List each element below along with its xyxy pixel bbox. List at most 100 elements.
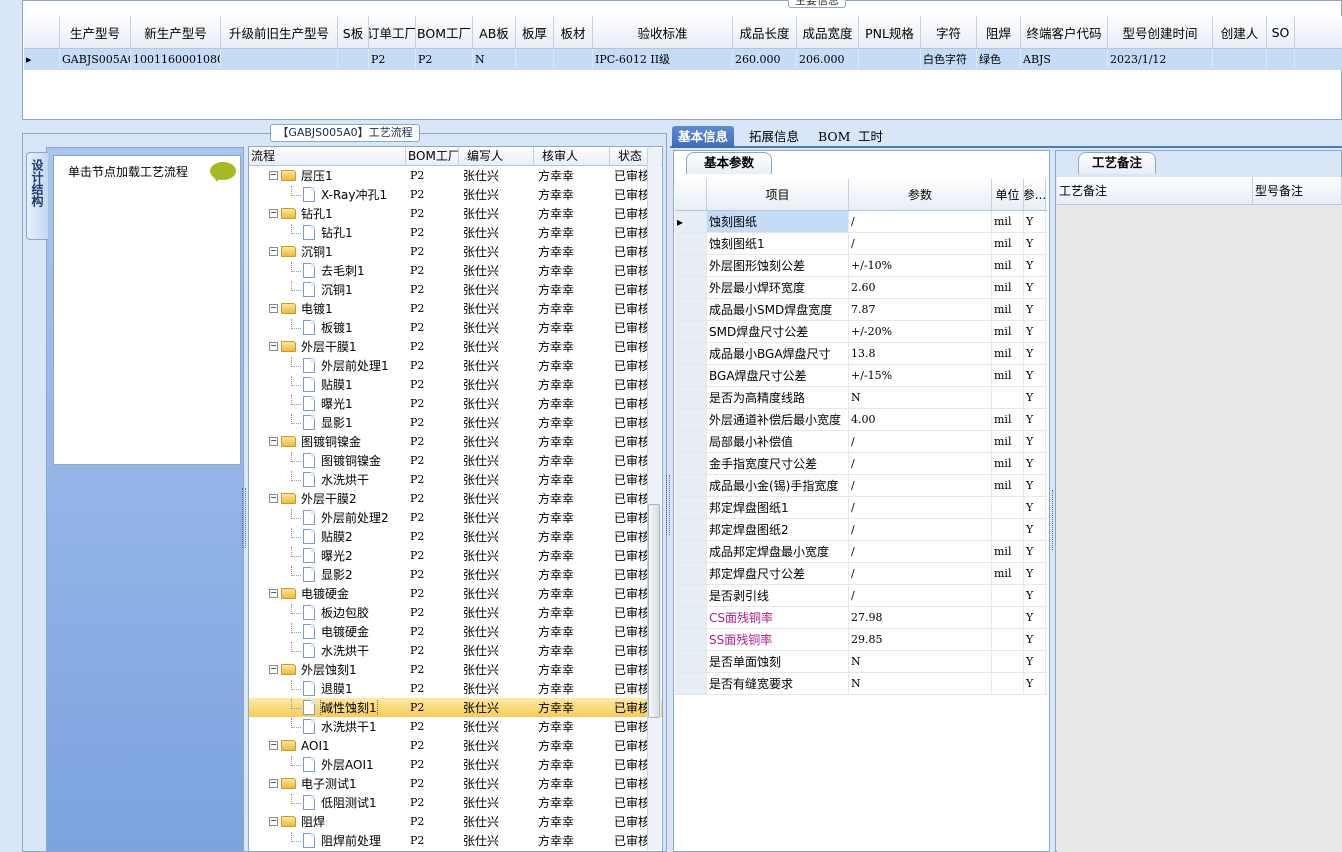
col-header-model-remark[interactable]: 型号备注 <box>1253 177 1342 204</box>
param-flag-cell[interactable]: Y <box>1024 585 1046 606</box>
table-cell[interactable]: 2023/1/12 <box>1108 49 1213 69</box>
param-value-cell[interactable]: / <box>849 497 992 518</box>
param-row[interactable]: 蚀刻图纸1/mil Y <box>675 233 1047 255</box>
param-row[interactable]: CS面残铜率 27.98 Y <box>675 607 1047 629</box>
row-indicator-icon[interactable] <box>675 475 707 496</box>
row-indicator-icon[interactable] <box>675 673 707 694</box>
col-header[interactable]: 板厚 <box>516 16 554 48</box>
param-unit-cell[interactable] <box>992 519 1024 540</box>
param-name-cell[interactable]: 金手指宽度尺寸公差 <box>707 453 849 474</box>
tree-row[interactable]: − 外层蚀刻1 P2 张仕兴 方幸幸 已审核 <box>249 660 662 679</box>
tree-row[interactable]: 阻焊前处理 P2 张仕兴 方幸幸 已审核 <box>249 831 662 850</box>
table-cell[interactable]: GABJS005A0 <box>60 49 131 69</box>
col-header[interactable]: 终端客户代码 <box>1021 16 1108 48</box>
row-indicator-icon[interactable] <box>675 585 707 606</box>
row-indicator-icon[interactable]: ▸ <box>675 211 707 232</box>
param-unit-cell[interactable]: mil <box>992 255 1024 276</box>
col-header-status[interactable]: 状态 <box>610 147 650 165</box>
tree-row[interactable]: − 外层干膜1 P2 张仕兴 方幸幸 已审核 <box>249 337 662 356</box>
table-cell[interactable]: IPC-6012 II级 <box>593 49 733 69</box>
col-header-unit[interactable]: 单位 <box>992 179 1024 210</box>
param-flag-cell[interactable]: Y <box>1024 629 1046 650</box>
param-flag-cell[interactable]: Y <box>1024 431 1046 452</box>
param-name-cell[interactable]: CS面残铜率 <box>707 607 849 628</box>
table-cell[interactable] <box>1267 49 1295 69</box>
tree-node[interactable]: 碱性蚀刻1 <box>249 699 406 716</box>
col-header[interactable]: SO <box>1267 16 1295 48</box>
param-unit-cell[interactable]: mil <box>992 365 1024 386</box>
param-row[interactable]: 外层最小焊环宽度 2.60 mil Y <box>675 277 1047 299</box>
param-name-cell[interactable]: 局部最小补偿值 <box>707 431 849 452</box>
tree-node[interactable]: 贴膜1 <box>249 376 406 393</box>
param-name-cell[interactable]: 成品邦定焊盘最小宽度 <box>707 541 849 562</box>
param-row[interactable]: 外层图形蚀刻公差 +/-10% mil Y <box>675 255 1047 277</box>
collapse-icon[interactable]: − <box>269 209 278 218</box>
tree-row[interactable]: 水洗烘干 P2 张仕兴 方幸幸 已审核 <box>249 470 662 489</box>
tree-node[interactable]: 水洗烘干 <box>249 642 406 659</box>
param-name-cell[interactable]: 成品最小BGA焊盘尺寸 <box>707 343 849 364</box>
param-row[interactable]: 是否有缝宽要求 N Y <box>675 673 1047 695</box>
tree-node[interactable]: 钻孔1 <box>249 224 406 241</box>
tree-node[interactable]: 低阻测试1 <box>249 794 406 811</box>
param-flag-cell[interactable]: Y <box>1024 541 1046 562</box>
collapse-icon[interactable]: − <box>269 171 278 180</box>
param-name-cell[interactable]: SS面残铜率 <box>707 629 849 650</box>
param-row[interactable]: 邦定焊盘图纸1/ Y <box>675 497 1047 519</box>
param-row[interactable]: 是否剥引线 / Y <box>675 585 1047 607</box>
tab-basic-info[interactable]: 基本信息 <box>672 126 735 148</box>
param-name-cell[interactable]: 成品最小SMD焊盘宽度 <box>707 299 849 320</box>
tree-node[interactable]: 显影2 <box>249 566 406 583</box>
tree-node[interactable]: − AOI1 <box>249 739 406 753</box>
param-name-cell[interactable]: 外层通道补偿后最小宽度 <box>707 409 849 430</box>
param-unit-cell[interactable] <box>992 387 1024 408</box>
tree-row[interactable]: 去毛刺1 P2 张仕兴 方幸幸 已审核 <box>249 261 662 280</box>
table-cell[interactable]: P2 <box>416 49 473 69</box>
table-cell[interactable]: 绿色 <box>977 49 1021 69</box>
collapse-icon[interactable]: − <box>269 589 278 598</box>
tree-node[interactable]: 显影1 <box>249 414 406 431</box>
param-unit-cell[interactable]: mil <box>992 321 1024 342</box>
param-unit-cell[interactable] <box>992 585 1024 606</box>
tree-node[interactable]: − 电镀硬金 <box>249 585 406 602</box>
tree-node[interactable]: 外层前处理2 <box>249 509 406 526</box>
param-unit-cell[interactable]: mil <box>992 409 1024 430</box>
param-value-cell[interactable]: / <box>849 541 992 562</box>
col-header-flag[interactable]: 参... <box>1024 179 1046 210</box>
param-flag-cell[interactable]: Y <box>1024 563 1046 584</box>
process-flow-tree[interactable]: 流程 BOM工厂 编写人 核审人 状态 − 层压1 P2 张仕兴 方幸幸 已审核 X-Ray… <box>248 146 663 852</box>
collapse-icon[interactable]: − <box>269 304 278 313</box>
param-unit-cell[interactable]: mil <box>992 343 1024 364</box>
param-flag-cell[interactable]: Y <box>1024 365 1046 386</box>
row-indicator-icon[interactable] <box>675 343 707 364</box>
param-flag-cell[interactable]: Y <box>1024 497 1046 518</box>
param-name-cell[interactable]: 蚀刻图纸 <box>707 211 849 232</box>
param-flag-cell[interactable]: Y <box>1024 233 1046 254</box>
param-row[interactable]: 邦定焊盘尺寸公差 / mil Y <box>675 563 1047 585</box>
param-row[interactable]: 成品邦定焊盘最小宽度 / mil Y <box>675 541 1047 563</box>
table-cell[interactable]: 260.000 <box>733 49 797 69</box>
collapse-icon[interactable]: − <box>269 437 278 446</box>
param-unit-cell[interactable]: mil <box>992 299 1024 320</box>
row-indicator-icon[interactable] <box>675 431 707 452</box>
tree-row[interactable]: 退膜1 P2 张仕兴 方幸幸 已审核 <box>249 679 662 698</box>
tree-row[interactable]: 外层前处理2 P2 张仕兴 方幸幸 已审核 <box>249 508 662 527</box>
tree-row[interactable]: 水洗烘干 P2 张仕兴 方幸幸 已审核 <box>249 641 662 660</box>
param-flag-cell[interactable]: Y <box>1024 343 1046 364</box>
param-name-cell[interactable]: 是否有缝宽要求 <box>707 673 849 694</box>
tree-node[interactable]: 水洗烘干 <box>249 471 406 488</box>
tree-node[interactable]: − 外层干膜2 <box>249 490 406 507</box>
splitter-handle[interactable] <box>242 488 246 548</box>
param-flag-cell[interactable]: Y <box>1024 409 1046 430</box>
col-header[interactable]: PNL规格 <box>859 16 921 48</box>
table-cell[interactable]: ABJS <box>1021 49 1108 69</box>
param-unit-cell[interactable] <box>992 607 1024 628</box>
table-cell[interactable]: N <box>473 49 516 69</box>
col-header[interactable]: 新生产型号 <box>131 16 221 48</box>
row-indicator-icon[interactable] <box>675 321 707 342</box>
param-value-cell[interactable]: +/-10% <box>849 255 992 276</box>
tab-extended-info[interactable]: 拓展信息 <box>743 126 805 148</box>
col-header[interactable]: 字符 <box>921 16 977 48</box>
row-indicator-icon[interactable] <box>675 607 707 628</box>
tree-row[interactable]: − 电子测试1 P2 张仕兴 方幸幸 已审核 <box>249 774 662 793</box>
tree-row[interactable]: − 层压1 P2 张仕兴 方幸幸 已审核 <box>249 166 662 185</box>
